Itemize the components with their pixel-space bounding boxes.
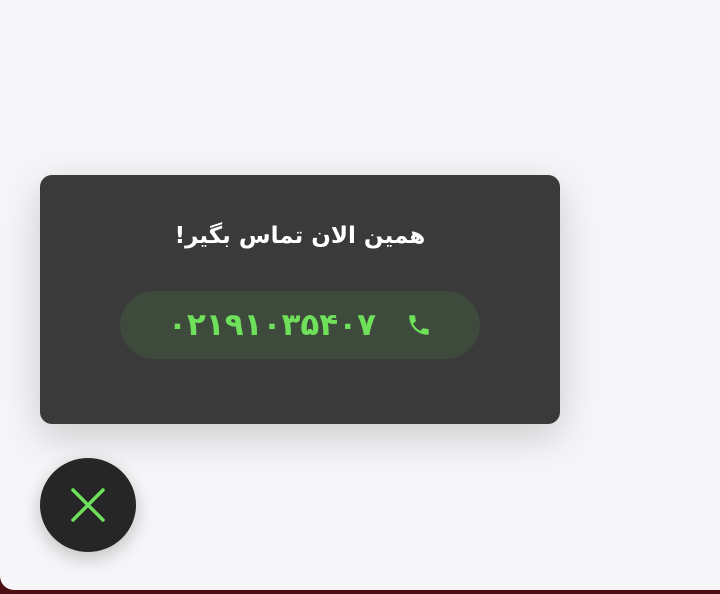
close-button[interactable]: [40, 458, 136, 552]
popup-title: همین الان تماس بگیر!: [174, 223, 426, 249]
close-icon: [71, 488, 105, 522]
phone-number: ۰۲۱۹۱۰۳۵۴۰۷: [167, 307, 377, 343]
phone-call-button[interactable]: ۰۲۱۹۱۰۳۵۴۰۷: [120, 291, 480, 359]
page-background: همین الان تماس بگیر! ۰۲۱۹۱۰۳۵۴۰۷: [0, 0, 720, 590]
phone-icon: [406, 312, 432, 338]
call-popup: همین الان تماس بگیر! ۰۲۱۹۱۰۳۵۴۰۷: [40, 175, 560, 424]
